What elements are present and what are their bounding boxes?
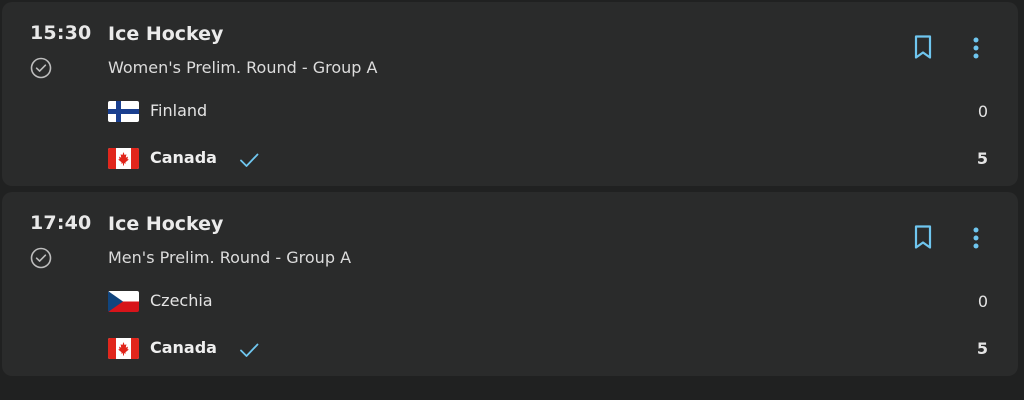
team-row: Czechia 0 xyxy=(108,289,988,315)
czechia-flag-icon xyxy=(108,291,139,312)
event-name: Women's Prelim. Round - Group A xyxy=(108,58,378,77)
sport-name: Ice Hockey xyxy=(108,23,224,45)
team-name: Finland xyxy=(150,101,208,120)
check-circle-icon xyxy=(30,57,52,79)
team-name: Canada xyxy=(150,338,217,357)
winner-check-icon xyxy=(240,153,259,167)
match-list: 15:30 Ice Hockey Women's Prelim. Round -… xyxy=(0,0,1024,400)
winner-check-icon xyxy=(240,343,259,357)
team-row: Canada 5 xyxy=(108,336,988,362)
team-score: 0 xyxy=(977,292,988,311)
event-name: Men's Prelim. Round - Group A xyxy=(108,248,352,267)
match-card[interactable]: 15:30 Ice Hockey Women's Prelim. Round -… xyxy=(2,2,1018,186)
canada-flag-icon xyxy=(108,338,139,359)
check-circle-icon xyxy=(30,247,52,269)
team-row: Finland 0 xyxy=(108,99,988,125)
team-score: 5 xyxy=(976,339,988,358)
team-name: Canada xyxy=(150,148,217,167)
team-score: 5 xyxy=(976,149,988,168)
team-name: Czechia xyxy=(150,291,213,310)
more-options-icon[interactable] xyxy=(965,225,987,251)
more-options-icon[interactable] xyxy=(965,35,987,61)
bookmark-icon[interactable] xyxy=(911,33,935,61)
finland-flag-icon xyxy=(108,101,139,122)
sport-name: Ice Hockey xyxy=(108,213,224,235)
match-card[interactable]: 17:40 Ice Hockey Men's Prelim. Round - G… xyxy=(2,192,1018,376)
bookmark-icon[interactable] xyxy=(911,223,935,251)
match-time: 17:40 xyxy=(30,212,92,234)
match-time: 15:30 xyxy=(30,22,92,44)
team-score: 0 xyxy=(977,102,988,121)
canada-flag-icon xyxy=(108,148,139,169)
team-row: Canada 5 xyxy=(108,146,988,172)
